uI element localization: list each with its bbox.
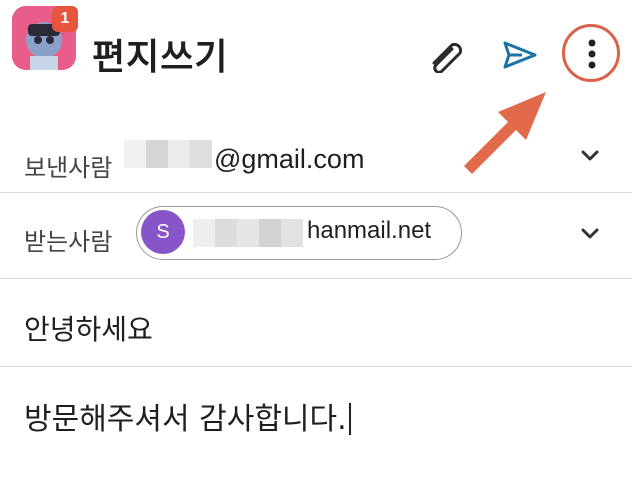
from-label: 보낸사람 — [24, 154, 113, 182]
send-icon[interactable] — [502, 40, 538, 74]
recipient-chip[interactable]: S hanmail.net — [136, 206, 462, 260]
to-label: 받는사람 — [24, 228, 113, 256]
from-address: @gmail.com — [214, 144, 365, 174]
to-row[interactable]: 받는사람 S hanmail.net — [0, 192, 632, 279]
redacted-sender — [124, 140, 212, 168]
subject-row[interactable]: 안녕하세요 — [0, 278, 632, 367]
account-avatar[interactable]: 1 — [12, 6, 78, 70]
subject-field[interactable]: 안녕하세요 — [24, 308, 153, 348]
page-title: 편지쓰기 — [92, 37, 229, 78]
chevron-down-icon[interactable] — [578, 144, 602, 172]
recipient-address: hanmail.net — [307, 217, 432, 244]
body-text: 방문해주셔서 감사합니다. — [24, 402, 347, 437]
chevron-down-icon[interactable] — [578, 222, 602, 250]
from-row[interactable]: 보낸사람 @gmail.com — [0, 110, 632, 193]
more-vert-icon[interactable] — [574, 36, 610, 76]
compose-header: 1 편지쓰기 — [0, 0, 632, 174]
body-field[interactable]: 방문해주셔서 감사합니다. — [24, 394, 351, 438]
recipient-avatar: S — [141, 210, 185, 254]
attach-icon[interactable] — [426, 37, 466, 77]
text-cursor — [348, 403, 351, 435]
redacted-recipient — [193, 219, 303, 247]
notification-badge: 1 — [52, 6, 78, 32]
